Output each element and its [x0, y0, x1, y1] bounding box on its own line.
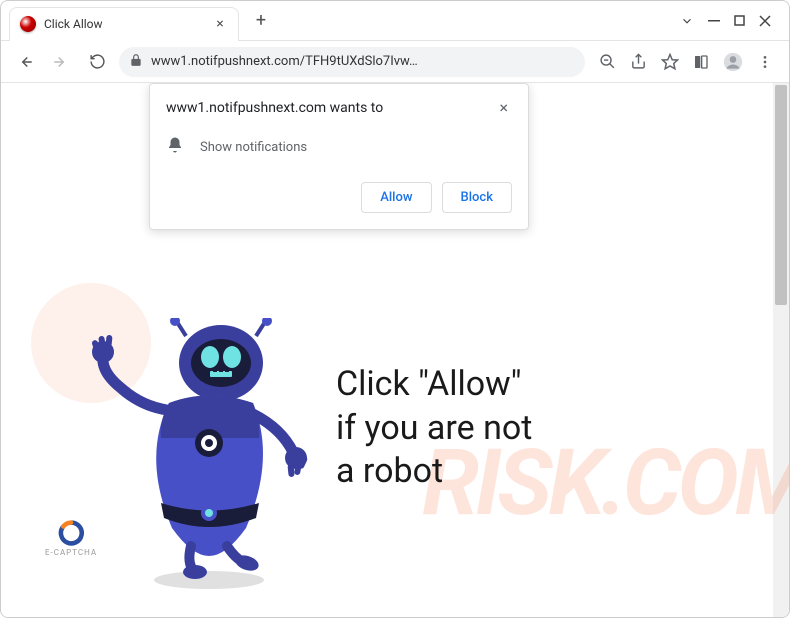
toolbar-actions: [593, 52, 779, 72]
instruction-text: Click "Allow" if you are not a robot: [336, 363, 532, 494]
tab-close-icon[interactable]: ×: [212, 16, 228, 32]
permission-body: Show notifications: [200, 140, 307, 155]
favicon-icon: [20, 16, 36, 32]
back-button[interactable]: [11, 48, 39, 76]
browser-window: Click Allow × + www1.notifpushnext.com/T…: [0, 0, 790, 618]
maximize-icon[interactable]: [734, 15, 745, 26]
reading-list-icon[interactable]: [693, 54, 709, 70]
ecaptcha-badge: E-CAPTCHA: [45, 520, 97, 557]
star-icon[interactable]: [661, 53, 679, 71]
ecaptcha-icon: [58, 520, 84, 546]
zoom-icon[interactable]: [599, 53, 616, 70]
address-bar[interactable]: www1.notifpushnext.com/TFH9tUXdSlo7Ivw…: [119, 47, 585, 77]
robot-image: [91, 318, 321, 602]
block-button[interactable]: Block: [442, 182, 512, 213]
allow-button[interactable]: Allow: [361, 182, 431, 213]
reload-button[interactable]: [83, 48, 111, 76]
permission-close-icon[interactable]: ×: [495, 100, 512, 116]
ecaptcha-label: E-CAPTCHA: [45, 548, 97, 557]
scrollbar-thumb[interactable]: [775, 85, 787, 305]
toolbar: www1.notifpushnext.com/TFH9tUXdSlo7Ivw…: [1, 41, 789, 83]
dropdown-icon[interactable]: [680, 14, 694, 28]
instruction-line-1: Click "Allow": [336, 363, 532, 407]
menu-icon[interactable]: [757, 54, 773, 70]
browser-tab[interactable]: Click Allow ×: [9, 7, 239, 41]
permission-dialog: www1.notifpushnext.com wants to × Show n…: [149, 83, 529, 230]
instruction-line-3: a robot: [336, 450, 532, 494]
profile-icon[interactable]: [723, 52, 743, 72]
lock-icon: [129, 52, 143, 71]
url-text: www1.notifpushnext.com/TFH9tUXdSlo7Ivw…: [151, 54, 575, 69]
close-icon[interactable]: [759, 15, 771, 27]
minimize-icon[interactable]: [708, 15, 720, 27]
forward-button[interactable]: [47, 48, 75, 76]
tab-title: Click Allow: [44, 17, 212, 31]
instruction-line-2: if you are not: [336, 407, 532, 451]
permission-origin: www1.notifpushnext.com wants to: [166, 100, 383, 116]
title-bar: Click Allow × +: [1, 1, 789, 41]
bell-icon: [166, 136, 184, 158]
window-controls: [670, 14, 781, 28]
new-tab-button[interactable]: +: [247, 7, 275, 35]
share-icon[interactable]: [630, 53, 647, 70]
page-content: RISK.COM: [1, 83, 789, 617]
